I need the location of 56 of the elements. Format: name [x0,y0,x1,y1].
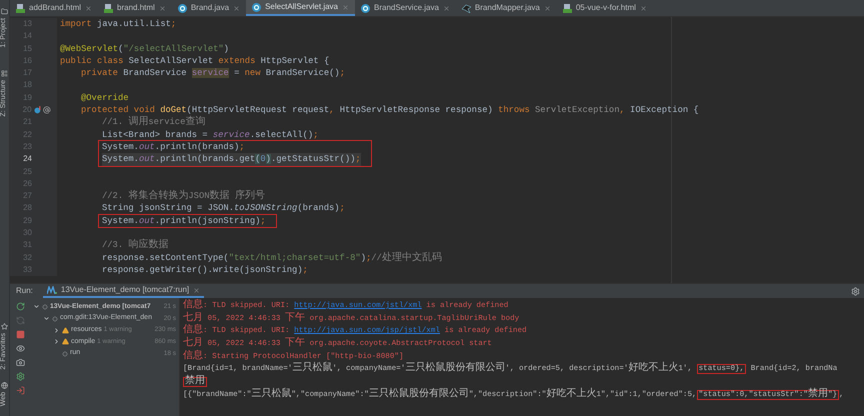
line-number: 24 [22,153,32,166]
code-line: System.out.println(jsonString); [102,214,266,228]
web-icon [1,382,8,389]
class-icon [252,2,262,12]
spinner-icon [42,304,48,310]
code-line: //3. 响应数据 [102,239,170,252]
code-line: protected void doGet(HttpServletRequest request, HttpServletResponse response) throws ServletException, IOException { [81,104,700,116]
code-line: import java.util.List; [60,18,178,30]
code-line: String jsonString = JSON.toJSONString(brands); [102,202,346,215]
editor-tab[interactable]: addBrand.html [10,0,98,16]
close-icon[interactable] [442,4,450,12]
close-icon[interactable] [158,4,166,12]
code-line: private BrandService service = new BrandService(); [81,67,346,80]
override-marker-icon[interactable] [34,106,42,114]
bird-icon [462,4,471,12]
code-line: //1. 调用service查询 [102,116,206,129]
code-line: //2. 将集合转换为JSON数据 序列号 [102,190,266,202]
highlight-box: 禁用 [183,377,207,388]
favorites-icon [1,323,8,330]
camera-icon[interactable] [16,358,24,367]
settings-icon[interactable] [851,286,860,296]
project-icon [1,8,8,15]
structure-icon [1,70,8,77]
close-icon[interactable] [85,4,92,12]
close-icon[interactable] [193,286,200,294]
code-line: public class SelectAllServlet extends HttpServlet { [60,54,330,68]
editor-tab[interactable]: 05-vue-v-for.html [556,0,653,16]
run-label: Run: [16,285,33,297]
code-line: List<Brand> brands = service.selectAll(); [102,128,320,141]
close-icon[interactable] [233,4,240,12]
code-line: response.setContentType("text/html;charset=utf-8");//处理中文乱码 [102,252,443,264]
maven-icon [46,286,57,294]
code-line: @WebServlet("/selectAllServlet") [60,42,230,55]
code-line: @Override [81,92,130,104]
editor-tab[interactable]: SelectAllServlet.java [246,0,355,16]
exit-icon[interactable] [16,386,24,395]
close-icon[interactable] [544,4,551,12]
spinner-icon [62,350,68,357]
html-file-icon [16,4,25,12]
spinner-icon [52,316,58,322]
editor-tab[interactable]: BrandService.java [355,0,456,16]
annotation-icon[interactable] [43,106,52,114]
class-icon [178,4,187,12]
code-line: System.out.println(brands); [102,140,246,154]
class-icon [361,4,370,12]
editor-tab[interactable]: Brand.java [172,0,246,16]
settings-icon[interactable] [16,372,24,381]
close-icon[interactable] [640,4,647,12]
code-line: response.getWriter().write(jsonString); [102,264,309,276]
editor-tab[interactable]: BrandMapper.java [456,0,557,16]
eye-icon[interactable] [16,344,24,353]
editor-tab[interactable]: brand.html [98,0,172,16]
rerun-icon[interactable] [16,302,24,311]
stop-icon[interactable] [16,330,24,339]
html-file-icon [104,4,114,12]
html-file-icon [562,4,572,12]
